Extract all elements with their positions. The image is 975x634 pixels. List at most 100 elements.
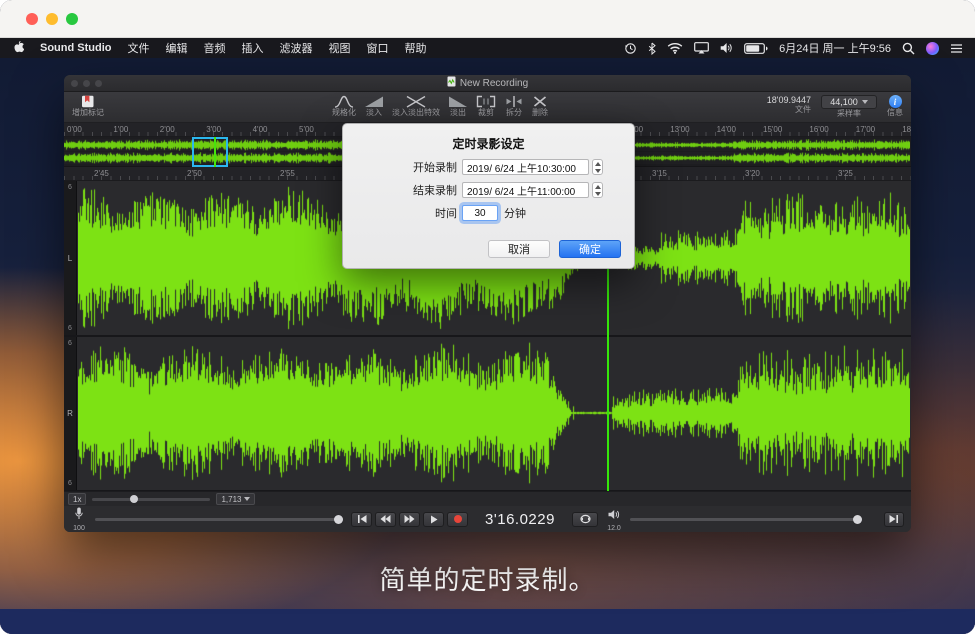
close-button[interactable] — [26, 13, 38, 25]
screenshot-frame: Sound Studio 文件 编辑 音频 插入 滤波器 视图 窗口 帮助 — [0, 0, 975, 634]
step-up-icon[interactable] — [593, 183, 602, 190]
waveform-right-canvas[interactable] — [78, 339, 910, 487]
output-level-value: 12.0 — [607, 525, 621, 532]
menu-view[interactable]: 视图 — [328, 40, 350, 56]
fade-out-icon — [448, 95, 468, 108]
toolbar: 增加标记 规格化 淡入 淡入淡出特效 淡出 — [64, 92, 911, 123]
window-traffic-lights[interactable] — [71, 80, 102, 87]
play-button[interactable] — [423, 512, 444, 527]
rewind-button[interactable] — [375, 512, 396, 527]
fade-in-icon — [364, 95, 384, 108]
step-down-icon[interactable] — [593, 190, 602, 197]
end-time-stepper[interactable] — [592, 182, 603, 198]
split-button[interactable]: 拆分 — [504, 95, 524, 117]
right-channel-gutter: 6 R 6 — [64, 337, 77, 490]
info-button[interactable]: i — [889, 95, 902, 108]
menu-audio[interactable]: 音频 — [203, 40, 225, 56]
step-up-icon[interactable] — [593, 160, 602, 167]
end-time-field[interactable] — [462, 182, 589, 198]
search-icon[interactable] — [902, 42, 915, 55]
zoom-slider-handle[interactable] — [130, 495, 138, 503]
apple-menu-icon[interactable] — [12, 40, 24, 57]
file-length-label: 文件 — [767, 105, 811, 114]
fade-out-button[interactable]: 淡出 — [448, 95, 468, 117]
menu-help[interactable]: 帮助 — [404, 40, 426, 56]
trim-button[interactable]: 裁剪 — [476, 95, 496, 117]
end-time-label: 结束录制 — [357, 182, 457, 198]
zoom-bar: 1x 1,713 — [64, 491, 911, 506]
ruler-label: 3'20 — [745, 169, 760, 178]
marker-icon — [81, 95, 95, 108]
ok-button[interactable]: 确定 — [559, 240, 621, 258]
ruler-label: 17'00 — [856, 125, 875, 134]
menu-insert[interactable]: 插入 — [241, 40, 263, 56]
file-length-value: 18'09.9447 — [767, 95, 811, 105]
menu-window[interactable]: 窗口 — [366, 40, 388, 56]
time-machine-icon[interactable] — [624, 42, 637, 55]
cancel-button[interactable]: 取消 — [488, 240, 550, 258]
input-slider-handle[interactable] — [334, 515, 343, 524]
airplay-icon[interactable] — [694, 42, 709, 54]
input-level-value: 100 — [73, 525, 85, 532]
menu-filter[interactable]: 滤波器 — [279, 40, 312, 56]
record-icon — [454, 515, 462, 523]
menu-edit[interactable]: 编辑 — [165, 40, 187, 56]
input-volume-slider[interactable] — [95, 518, 343, 521]
start-time-field[interactable] — [462, 159, 589, 175]
record-button[interactable] — [447, 512, 468, 527]
zoom-level-box[interactable]: 1x — [68, 493, 86, 505]
ruler-label: 3'25 — [838, 169, 853, 178]
ruler-label: 2'00 — [160, 125, 175, 134]
ruler-label: 16'00 — [809, 125, 828, 134]
duration-field[interactable] — [462, 205, 498, 221]
traffic-lights[interactable] — [26, 13, 78, 25]
normalize-button[interactable]: 规格化 — [332, 95, 356, 117]
delete-button[interactable]: 删除 — [532, 95, 548, 117]
sample-rate-label: 采样率 — [837, 110, 861, 118]
go-to-end-button[interactable] — [884, 512, 904, 527]
wifi-icon[interactable] — [667, 42, 683, 54]
fast-forward-button[interactable] — [399, 512, 420, 527]
volume-icon[interactable] — [720, 42, 733, 54]
output-slider-handle[interactable] — [853, 515, 862, 524]
duration-label: 时间 — [357, 205, 457, 221]
rewind-icon — [380, 515, 391, 523]
menu-file[interactable]: 文件 — [127, 40, 149, 56]
overview-selection-box[interactable] — [192, 137, 228, 167]
duration-row: 时间 分钟 — [357, 205, 634, 221]
menu-date-time[interactable]: 6月24日 周一 上午9:56 — [779, 40, 891, 56]
zoom-button[interactable] — [66, 13, 78, 25]
bluetooth-icon[interactable] — [648, 42, 656, 55]
output-volume-slider[interactable] — [630, 518, 862, 521]
fade-in-button[interactable]: 淡入 — [364, 95, 384, 117]
sample-rate-dropdown[interactable]: 44,100 — [821, 95, 877, 109]
go-to-start-button[interactable] — [351, 512, 372, 527]
info-label: 信息 — [887, 109, 903, 117]
ruler-label: 2'45 — [94, 169, 109, 178]
start-time-row: 开始录制 — [357, 159, 634, 175]
step-down-icon[interactable] — [593, 167, 602, 174]
menu-bar: Sound Studio 文件 编辑 音频 插入 滤波器 视图 窗口 帮助 — [0, 38, 975, 58]
fade-in-out-button[interactable]: 淡入淡出特效 — [392, 95, 440, 117]
chevron-down-icon — [862, 100, 868, 107]
ruler-label: 0'00 — [67, 125, 82, 134]
channel-left-label: L — [68, 254, 72, 263]
notification-center-icon[interactable] — [950, 43, 963, 54]
trim-icon — [476, 95, 496, 108]
play-icon — [430, 515, 438, 524]
minimize-button[interactable] — [46, 13, 58, 25]
window-titlebar[interactable]: New Recording — [64, 75, 911, 92]
app-menu-title[interactable]: Sound Studio — [40, 42, 111, 54]
loop-button[interactable] — [572, 512, 598, 527]
waveform-right-channel[interactable]: 6 R 6 — [64, 337, 911, 491]
start-time-stepper[interactable] — [592, 159, 603, 175]
document-icon — [447, 76, 456, 90]
siri-icon[interactable] — [926, 42, 939, 55]
go-to-start-icon — [357, 515, 367, 523]
add-marker-button[interactable]: 增加标记 — [72, 95, 104, 117]
zoom-slider[interactable] — [92, 498, 210, 501]
window-size-dropdown[interactable]: 1,713 — [216, 493, 255, 505]
gain-top-label: 6 — [68, 340, 72, 347]
edit-tools-group: 规格化 淡入 淡入淡出特效 淡出 裁剪 — [332, 95, 548, 117]
battery-icon[interactable] — [744, 43, 768, 54]
